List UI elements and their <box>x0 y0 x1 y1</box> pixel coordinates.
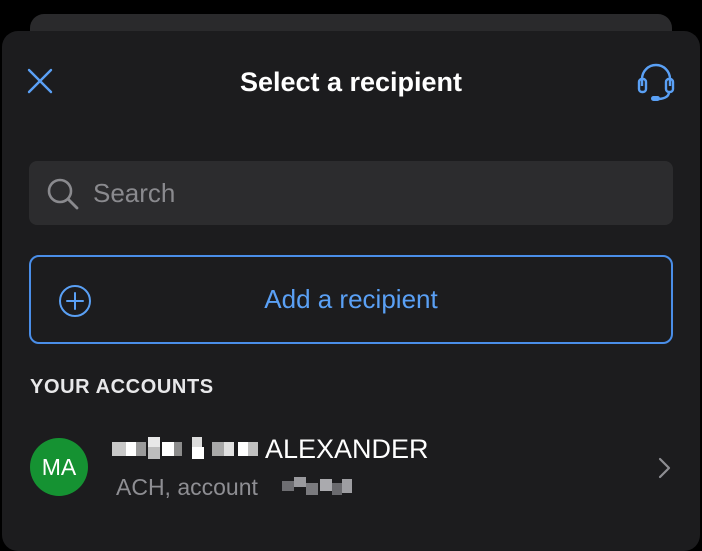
redacted-name <box>112 437 262 461</box>
add-recipient-button[interactable]: Add a recipient <box>29 255 673 344</box>
search-icon <box>47 178 79 210</box>
search-field[interactable] <box>29 161 673 225</box>
search-input[interactable] <box>93 161 653 225</box>
add-recipient-label: Add a recipient <box>264 284 438 314</box>
redacted-account-number <box>282 477 354 497</box>
support-button[interactable] <box>636 62 676 104</box>
account-name: ALEXANDER <box>265 434 429 464</box>
headset-icon <box>637 63 675 101</box>
section-header-your-accounts: YOUR ACCOUNTS <box>30 376 214 398</box>
page-title: Select a recipient <box>239 67 463 97</box>
account-subtitle: ACH, account <box>116 474 258 500</box>
avatar: MA <box>30 438 88 496</box>
chevron-right-icon <box>658 457 671 479</box>
account-list-item[interactable]: MA ALEXANDER ACH, account <box>2 420 700 520</box>
